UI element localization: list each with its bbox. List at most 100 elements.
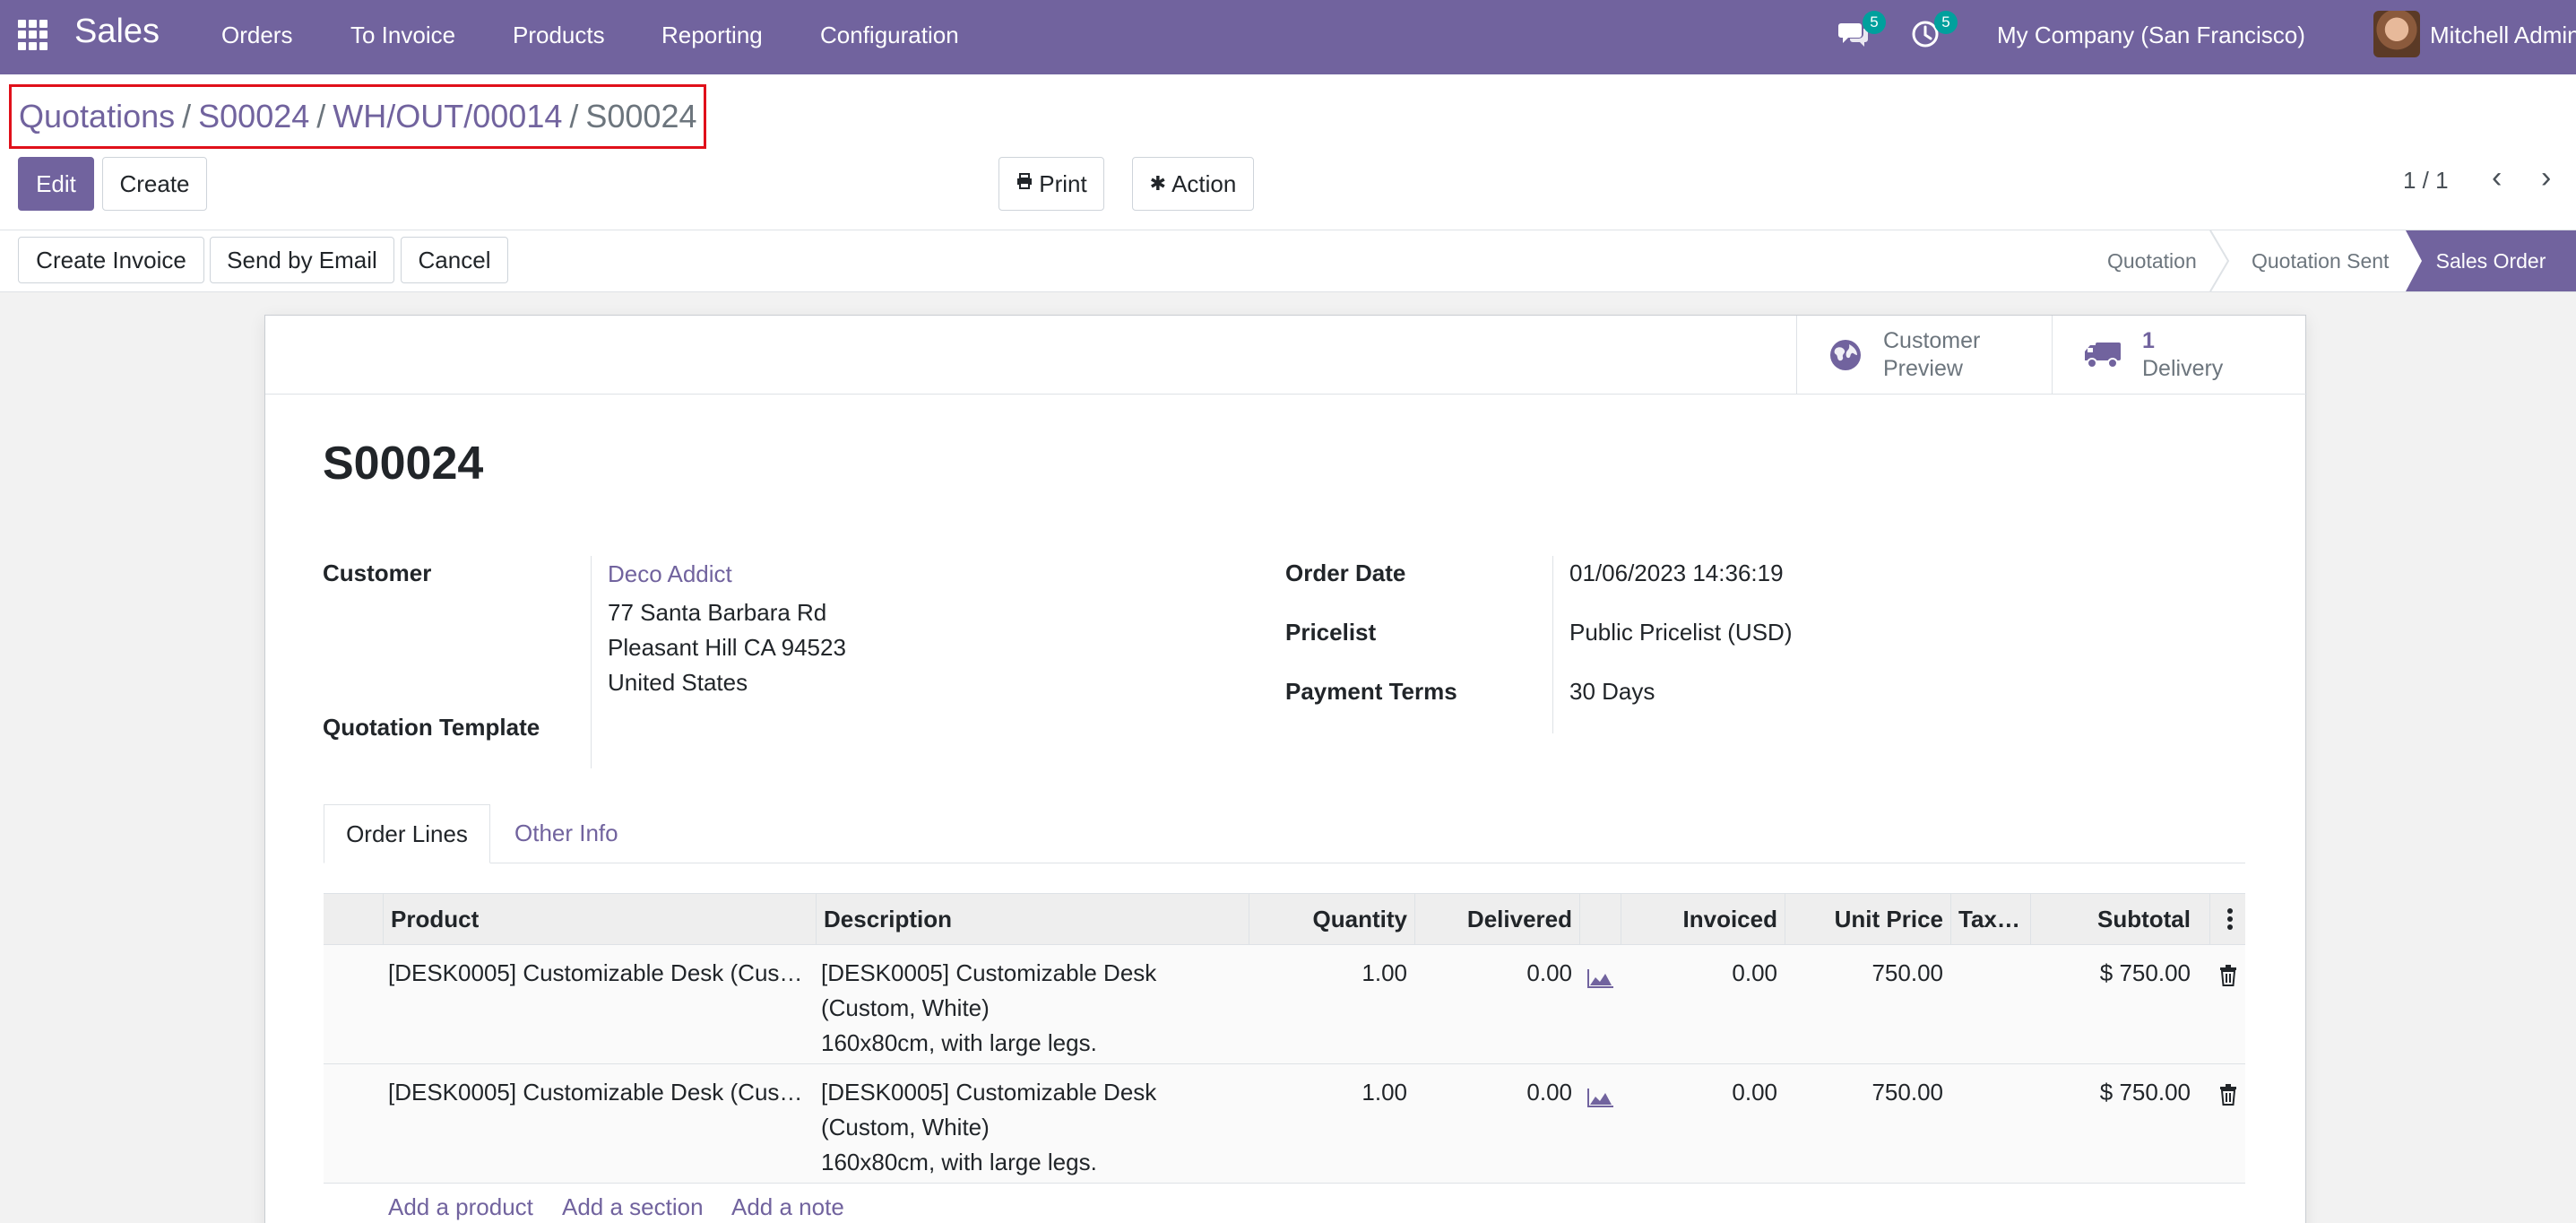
row-quantity: 1.00	[1361, 959, 1407, 986]
control-panel: Quotations / S00024 / WH/OUT/00014 / S00…	[0, 74, 2576, 230]
stage-chevron-icon	[2209, 230, 2230, 291]
trash-icon[interactable]	[2219, 961, 2237, 996]
app-brand[interactable]: Sales	[74, 13, 160, 51]
row-description: [DESK0005] Customizable Desk (Custom, Wh…	[821, 1075, 1156, 1180]
user-menu[interactable]: Mitchell Admin	[2430, 22, 2576, 49]
delivery-count: 1	[2142, 328, 2155, 353]
breadcrumb-separator: /	[316, 98, 326, 134]
row-quantity: 1.00	[1361, 1079, 1407, 1106]
forecast-chart-icon[interactable]	[1587, 963, 1614, 998]
print-label: Print	[1039, 169, 1087, 197]
table-row[interactable]: [DESK0005] Customizable Desk (Cus… [DESK…	[324, 1064, 2245, 1184]
cancel-button[interactable]: Cancel	[401, 237, 508, 283]
stage-quotation-sent[interactable]: Quotation Sent	[2252, 230, 2389, 291]
order-date-label: Order Date	[1285, 559, 1406, 586]
menu-to-invoice[interactable]: To Invoice	[350, 22, 455, 49]
delivery-text: 1 Delivery	[2142, 327, 2223, 383]
pricelist-label: Pricelist	[1285, 619, 1377, 646]
user-avatar[interactable]	[2373, 11, 2420, 57]
globe-icon	[1830, 340, 1861, 370]
customer-preview-button[interactable]: Customer Preview	[1796, 316, 2052, 395]
forecast-chart-icon[interactable]	[1587, 1082, 1614, 1117]
customer-preview-line2: Preview	[1883, 356, 1963, 381]
customer-preview-line1: Customer	[1883, 328, 1981, 353]
breadcrumb-quotations[interactable]: Quotations	[19, 98, 175, 135]
row-subtotal: $ 750.00	[2099, 1079, 2191, 1106]
breadcrumb-delivery[interactable]: WH/OUT/00014	[333, 98, 562, 135]
column-separator	[1579, 894, 1580, 944]
create-button[interactable]: Create	[102, 157, 207, 211]
row-description-line2: (Custom, White)	[821, 994, 990, 1021]
payment-terms-value: 30 Days	[1569, 678, 1655, 705]
row-description: [DESK0005] Customizable Desk (Custom, Wh…	[821, 956, 1156, 1061]
print-icon	[1016, 172, 1033, 195]
send-by-email-button[interactable]: Send by Email	[210, 237, 394, 283]
action-label: Action	[1171, 169, 1237, 197]
table-row[interactable]: [DESK0005] Customizable Desk (Cus… [DESK…	[324, 945, 2245, 1064]
order-lines-header: Product Description Quantity Delivered I…	[324, 893, 2245, 945]
statusbar: Create Invoice Send by Email Cancel Quot…	[0, 230, 2576, 292]
messages-icon[interactable]: 5	[1837, 11, 1886, 54]
menu-orders[interactable]: Orders	[221, 22, 292, 49]
customer-address-line3: United States	[608, 669, 748, 696]
row-description-line1: [DESK0005] Customizable Desk	[821, 959, 1157, 986]
row-delivered: 0.00	[1526, 959, 1572, 986]
column-separator	[2209, 894, 2210, 944]
customer-link[interactable]: Deco Addict	[608, 560, 732, 588]
breadcrumb-sale-order[interactable]: S00024	[198, 98, 309, 135]
breadcrumb-separator: /	[182, 98, 192, 134]
pricelist-value: Public Pricelist (USD)	[1569, 619, 1793, 646]
menu-products[interactable]: Products	[513, 22, 605, 49]
activities-clock-icon[interactable]: 5	[1909, 11, 1958, 54]
create-invoice-button[interactable]: Create Invoice	[18, 237, 204, 283]
company-switcher[interactable]: My Company (San Francisco)	[1997, 22, 2305, 49]
row-product[interactable]: [DESK0005] Customizable Desk (Cus…	[388, 1075, 802, 1110]
column-subtotal[interactable]: Subtotal	[2031, 894, 2198, 944]
tab-other-info[interactable]: Other Info	[514, 820, 618, 847]
column-product[interactable]: Product	[384, 894, 816, 944]
row-description-line3: 160x80cm, with large legs.	[821, 1149, 1097, 1175]
tab-order-lines[interactable]: Order Lines	[324, 804, 490, 863]
row-product[interactable]: [DESK0005] Customizable Desk (Cus…	[388, 956, 802, 991]
row-description-line3: 160x80cm, with large legs.	[821, 1029, 1097, 1056]
column-invoiced[interactable]: Invoiced	[1621, 894, 1785, 944]
optional-columns-icon[interactable]	[2215, 894, 2245, 944]
breadcrumb-separator: /	[569, 98, 579, 134]
row-subtotal: $ 750.00	[2099, 959, 2191, 986]
column-delivered[interactable]: Delivered	[1415, 894, 1579, 944]
payment-terms-label: Payment Terms	[1285, 678, 1457, 705]
add-product-link[interactable]: Add a product	[388, 1193, 533, 1221]
breadcrumb-current: S00024	[585, 98, 697, 134]
add-note-link[interactable]: Add a note	[731, 1193, 844, 1221]
row-description-line2: (Custom, White)	[821, 1114, 990, 1141]
column-taxes[interactable]: Tax…	[1951, 894, 2030, 944]
field-divider	[1552, 556, 1553, 733]
stage-quotation[interactable]: Quotation	[2107, 230, 2197, 291]
apps-menu-icon[interactable]	[18, 20, 48, 50]
customer-label: Customer	[323, 559, 432, 586]
pager-previous-icon[interactable]: ‹	[2492, 160, 2502, 195]
edit-button[interactable]: Edit	[18, 157, 94, 211]
add-section-link[interactable]: Add a section	[562, 1193, 704, 1221]
activities-badge: 5	[1934, 11, 1958, 34]
pager-value[interactable]: 1 / 1	[2403, 167, 2449, 195]
trash-icon[interactable]	[2219, 1080, 2237, 1115]
column-quantity[interactable]: Quantity	[1249, 894, 1414, 944]
stage-sales-order[interactable]: Sales Order	[2406, 230, 2576, 291]
column-description[interactable]: Description	[817, 894, 1249, 944]
action-button[interactable]: ✱ Action	[1132, 157, 1254, 211]
menu-reporting[interactable]: Reporting	[661, 22, 763, 49]
breadcrumb: Quotations / S00024 / WH/OUT/00014 / S00…	[9, 84, 706, 149]
field-divider	[591, 556, 592, 768]
order-title: S00024	[323, 438, 484, 490]
row-description-line1: [DESK0005] Customizable Desk	[821, 1079, 1157, 1106]
print-button[interactable]: Print	[998, 157, 1104, 211]
customer-preview-text: Customer Preview	[1883, 327, 1980, 383]
column-unit-price[interactable]: Unit Price	[1785, 894, 1950, 944]
row-invoiced: 0.00	[1732, 959, 1777, 986]
pager-next-icon[interactable]: ›	[2541, 160, 2551, 195]
delivery-button[interactable]: 1 Delivery	[2052, 316, 2307, 395]
gear-icon: ✱	[1149, 172, 1167, 195]
top-navbar: Sales Orders To Invoice Products Reporti…	[0, 0, 2576, 74]
menu-configuration[interactable]: Configuration	[820, 22, 959, 49]
